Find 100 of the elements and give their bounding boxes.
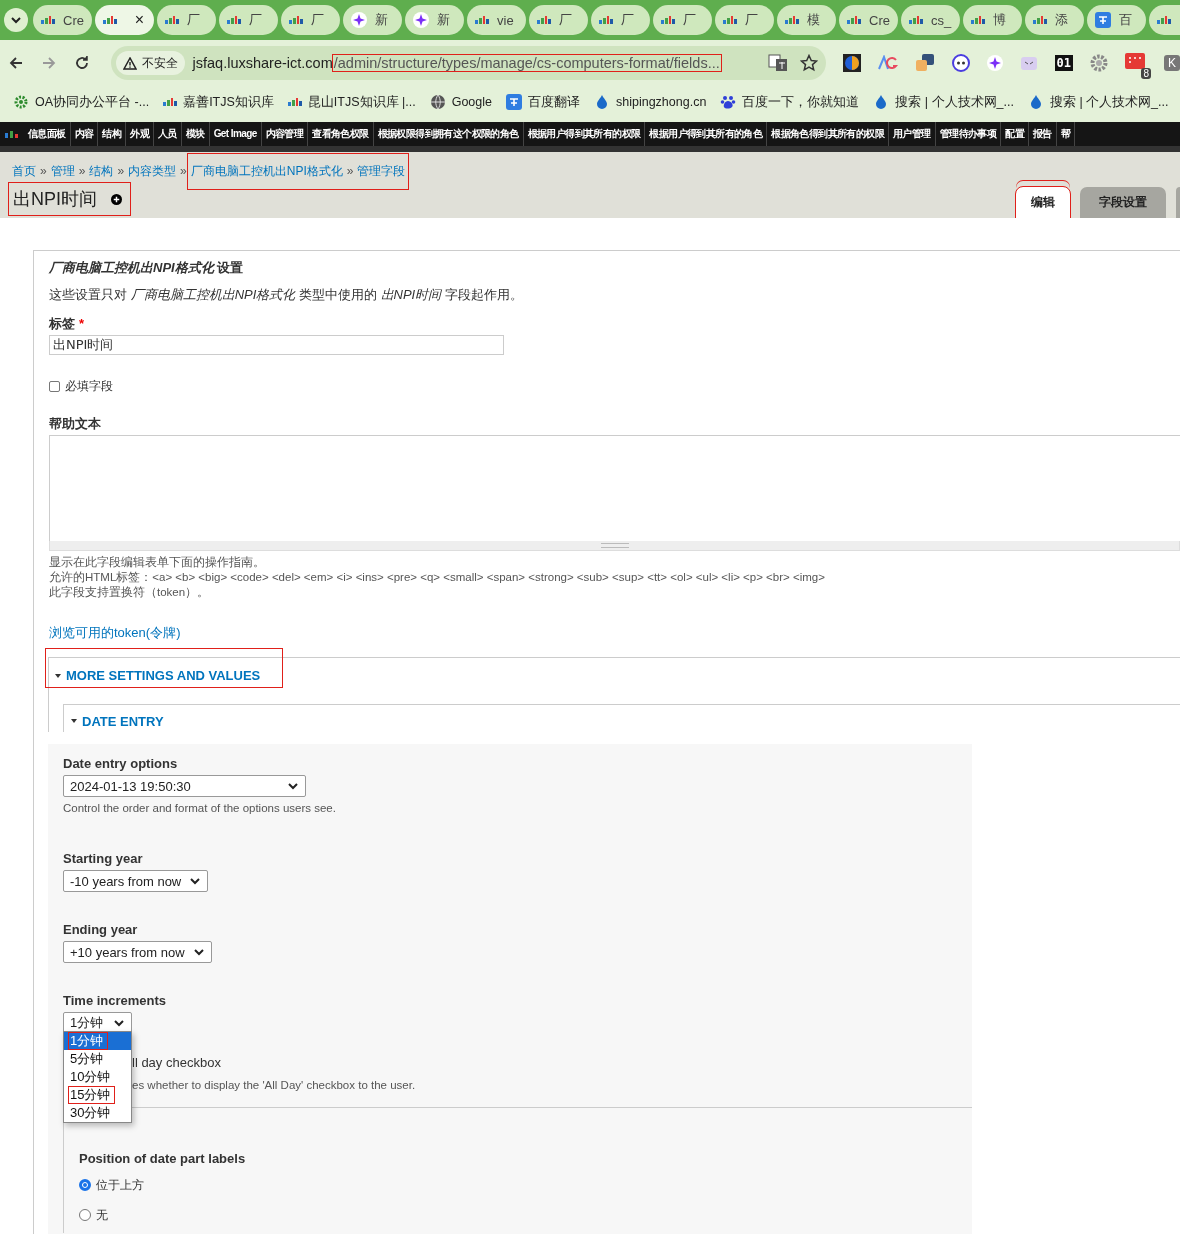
bookmark[interactable]: 搜索 | 个人技术网_... xyxy=(866,89,1021,115)
chevron-down-icon xyxy=(287,780,299,792)
profile-button[interactable]: K xyxy=(1163,55,1180,71)
menu-item[interactable]: 根据角色得到其所有的权限 xyxy=(767,122,890,146)
browser-tab[interactable]: 厂 xyxy=(591,5,650,35)
calendar-icon[interactable] xyxy=(1124,53,1145,69)
bookmark[interactable]: 百度一下，你就知道 xyxy=(713,89,867,115)
sparkle-icon[interactable] xyxy=(986,55,1003,71)
bookmark-star-icon[interactable] xyxy=(799,54,818,72)
bookmark[interactable]: 搜索 | 个人技术网_... xyxy=(1020,89,1176,115)
checkbox[interactable] xyxy=(49,380,60,392)
browser-tab[interactable]: 博 xyxy=(963,5,1022,35)
dropdown-select[interactable]: +10 years from now xyxy=(63,941,212,963)
logo-icon xyxy=(41,15,55,25)
tab-title: 百 xyxy=(1119,11,1132,29)
tab-list-button[interactable] xyxy=(4,8,28,32)
browser-tab[interactable]: 厂 xyxy=(715,5,774,35)
dropdown-option[interactable]: 1分钟 xyxy=(64,1032,131,1050)
logo-icon[interactable] xyxy=(4,129,20,139)
globe-icon[interactable] xyxy=(842,54,861,72)
breadcrumb-link[interactable]: 首页 xyxy=(12,162,36,180)
menu-item[interactable]: 根据用户得到其所有的角色 xyxy=(645,122,768,146)
browser-tab[interactable]: 厂 xyxy=(281,5,340,35)
browser-tab[interactable]: Cre xyxy=(33,5,92,35)
tab-title: Cre xyxy=(63,12,84,28)
browser-tab[interactable]: 模 xyxy=(777,5,836,35)
dropdown-select[interactable]: 2024-01-13 19:50:30 xyxy=(63,775,306,797)
extension-button[interactable]: 01 xyxy=(1054,55,1073,71)
menu-item[interactable]: 信息面板 xyxy=(24,122,71,146)
gear-icon[interactable] xyxy=(1089,54,1108,72)
bookmark-label: 百度翻译 xyxy=(528,93,580,111)
menu-item[interactable]: 管理待办事项 xyxy=(935,122,1002,146)
logo-icon xyxy=(227,15,241,25)
cat-face-icon[interactable] xyxy=(1019,54,1038,72)
menu-item[interactable]: 配置 xyxy=(1001,122,1029,146)
bookmark[interactable]: 嘉善ITJS知识库 xyxy=(156,89,281,115)
dropdown-select[interactable]: -10 years from now xyxy=(63,870,209,892)
logo-icon xyxy=(163,97,178,107)
browser-tab[interactable]: cs_ xyxy=(901,5,960,35)
menu-item[interactable]: 查看角色权限 xyxy=(308,122,374,146)
dropdown-select[interactable]: 1分钟 xyxy=(63,1012,132,1034)
breadcrumb-link[interactable]: 内容类型 xyxy=(128,162,177,180)
breadcrumb-link[interactable]: 管理 xyxy=(50,162,75,180)
radio-button[interactable] xyxy=(79,1209,91,1221)
resize-handle[interactable] xyxy=(49,541,1180,551)
dropdown-option[interactable]: 15分钟 xyxy=(64,1086,131,1104)
menu-item[interactable]: 模块 xyxy=(181,122,210,146)
translate-page-icon[interactable] xyxy=(767,54,788,72)
bookmark[interactable]: Google xyxy=(422,89,499,115)
radio-button[interactable] xyxy=(79,1179,91,1191)
browser-tab[interactable]: 厂 xyxy=(653,5,712,35)
menu-item[interactable]: 人员 xyxy=(154,122,182,146)
browser-tab[interactable]: 百 xyxy=(1087,5,1146,35)
browser-tab[interactable]: 新 xyxy=(343,5,402,35)
bookmark[interactable]: shipingzhong.cn xyxy=(587,89,714,115)
menu-item[interactable]: 用户管理 xyxy=(889,122,936,146)
extension-icon[interactable] xyxy=(877,55,898,71)
browser-tab[interactable]: 添 xyxy=(1025,5,1084,35)
radio-label: 无 xyxy=(96,1206,108,1224)
browser-tab[interactable]: 厂 xyxy=(157,5,216,35)
tab-title: 博 xyxy=(993,11,1006,29)
breadcrumb-link[interactable]: 结构 xyxy=(89,162,114,180)
translate-icon xyxy=(506,94,522,110)
bookmark[interactable]: 百度翻译 xyxy=(499,89,587,115)
menu-item[interactable]: 根据用户得到其所有的权限 xyxy=(523,122,646,146)
menu-item[interactable]: 结构 xyxy=(98,122,127,146)
breadcrumb-separator: » xyxy=(78,164,86,178)
browser-tab[interactable]: 厂 xyxy=(219,5,278,35)
menu-item[interactable]: 外观 xyxy=(126,122,155,146)
url-path: /admin/structure/types/manage/cs-computers-format/fields... xyxy=(332,55,721,71)
browser-tab[interactable]: 厂 xyxy=(529,5,588,35)
menu-item[interactable]: Get Image xyxy=(209,122,262,146)
bookmark[interactable]: OA协同办公平台 -... xyxy=(6,89,157,115)
dropdown-option[interactable]: 30分钟 xyxy=(64,1104,131,1122)
face-icon[interactable] xyxy=(951,54,970,72)
menu-item[interactable]: 帮 xyxy=(1056,122,1076,146)
bookmark[interactable]: 昆山ITJS知识库 |... xyxy=(280,89,423,115)
breadcrumb-link[interactable]: 管理字段 xyxy=(357,162,406,180)
menu-item[interactable]: 内容 xyxy=(70,122,99,146)
menu-item[interactable]: 根据权限得到拥有这个权限的角色 xyxy=(373,122,524,146)
token-link[interactable]: 浏览可用的token(令牌) xyxy=(49,624,181,642)
dropdown-option[interactable]: 5分钟 xyxy=(64,1050,131,1068)
dropdown-option[interactable]: 10分钟 xyxy=(64,1068,131,1086)
browser-tab[interactable]: 新 xyxy=(405,5,464,35)
browser-tab[interactable]: vie xyxy=(467,5,526,35)
fieldset-legend-toggle[interactable]: MORE SETTINGS AND VALUES xyxy=(45,648,284,688)
security-chip[interactable]: 不安全 xyxy=(115,51,185,75)
label-input-field[interactable]: 出NPI时间 xyxy=(49,335,504,355)
menu-item[interactable]: 报告 xyxy=(1028,122,1057,146)
browser-tab[interactable]: Cre xyxy=(839,5,898,35)
browser-tab[interactable]: × xyxy=(95,5,154,35)
add-icon[interactable] xyxy=(111,193,122,205)
fieldset-legend-toggle[interactable]: DATE ENTRY xyxy=(70,713,164,729)
close-tab-button[interactable]: × xyxy=(134,11,144,29)
breadcrumb-link[interactable]: 厂商电脑工控机出NPI格式化 xyxy=(190,162,343,180)
count-badge: 8 xyxy=(1141,68,1151,79)
translate-icon[interactable] xyxy=(914,54,935,72)
menu-item[interactable]: 内容管理 xyxy=(261,122,309,146)
address-bar[interactable]: 不安全 jsfaq.luxshare-ict.com/admin/structure/types/manage/cs-computers-format/fields... xyxy=(110,46,826,80)
page-tab[interactable]: 字段设置 xyxy=(1080,187,1166,218)
